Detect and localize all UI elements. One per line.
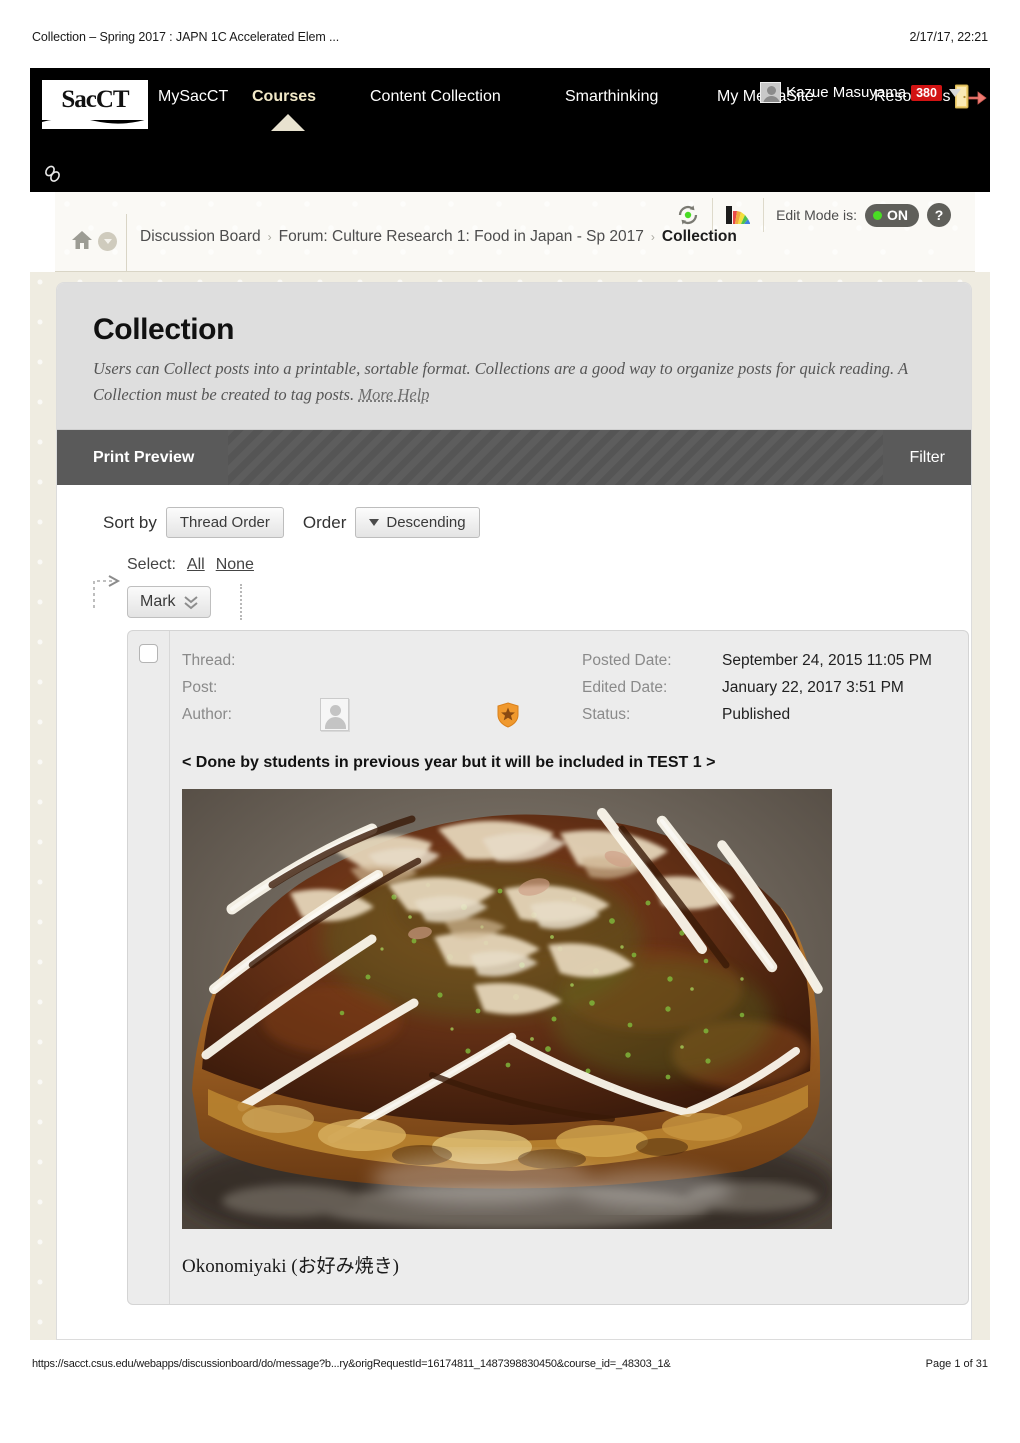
print-header: Collection – Spring 2017 : JAPN 1C Accel… [0, 30, 1020, 44]
image-caption: Okonomiyaki (お好み焼き) [182, 1256, 399, 1278]
logo-wave-decoration [42, 115, 148, 129]
post-select-checkbox[interactable] [139, 644, 158, 664]
page-description: Users can Collect posts into a printable… [93, 356, 933, 407]
content-card: Collection Users can Collect posts into … [56, 282, 972, 1340]
select-row: Select: All None [127, 556, 971, 574]
collection-controls: Sort by Thread Order Order Descending Se… [57, 485, 971, 1306]
breadcrumb-item-discussion-board[interactable]: Discussion Board [140, 228, 261, 246]
sort-by-value: Thread Order [179, 514, 270, 532]
post-metadata: Thread: Post: Author: Posted Date: Septe… [128, 631, 968, 742]
toolbar-divider [240, 584, 242, 621]
sort-by-label: Sort by [103, 512, 157, 532]
print-footer: https://sacct.csus.edu/webapps/discussio… [0, 1358, 1020, 1370]
post-metadata-right: Posted Date: September 24, 2015 11:05 PM… [582, 647, 968, 728]
action-bar: Print Preview Filter [57, 429, 971, 486]
page-title: Collection [93, 313, 235, 346]
post-edited-date-row: Edited Date: January 22, 2017 3:51 PM [582, 674, 968, 701]
page-background: Collection Users can Collect posts into … [30, 272, 990, 1340]
edited-date-label: Edited Date: [582, 678, 668, 696]
chevron-down-icon[interactable] [98, 232, 117, 251]
home-icon[interactable] [71, 230, 93, 250]
post-headline: < Done by students in previous year but … [182, 754, 716, 772]
caret-down-icon [948, 88, 961, 97]
status-label: Status: [582, 705, 631, 723]
okonomiyaki-photo [182, 789, 832, 1230]
logo-text: SacCT [61, 86, 129, 113]
print-preview-button[interactable]: Print Preview [57, 430, 229, 486]
sacct-logo[interactable]: SacCT [42, 80, 148, 120]
post-post-row: Post: [182, 674, 582, 701]
breadcrumb-item-current: Collection [661, 228, 737, 245]
mark-row: Mark [93, 575, 971, 621]
author-label: Author: [182, 705, 232, 723]
page-description-text: Users can Collect posts into a printable… [93, 359, 908, 404]
more-help-link[interactable]: More Help [358, 385, 429, 404]
post-author-row: Author: [182, 698, 582, 732]
nav-item-smarthinking[interactable]: Smarthinking [565, 88, 658, 106]
sort-controls: Sort by Thread Order Order Descending [103, 507, 971, 539]
post-status-row: Status: Published [582, 701, 968, 728]
posted-date-label: Posted Date: [582, 651, 672, 669]
chain-link-icon [42, 163, 64, 185]
print-header-title: Collection – Spring 2017 : JAPN 1C Accel… [32, 30, 340, 44]
breadcrumb-separator: › [650, 230, 655, 244]
mark-button[interactable]: Mark [127, 586, 211, 619]
breadcrumb: Discussion Board › Forum: Culture Resear… [140, 228, 737, 246]
print-header-timestamp: 2/17/17, 22:21 [909, 30, 988, 44]
status-badge: Published [722, 705, 791, 723]
post-label: Post: [182, 678, 218, 696]
breadcrumb-bar: Edit Mode is: ON ? Discussion Board › Fo… [55, 192, 975, 272]
sort-by-select[interactable]: Thread Order [165, 507, 284, 539]
user-avatar-icon [760, 82, 781, 103]
double-chevron-down-icon [183, 595, 198, 610]
post-posted-date-row: Posted Date: September 24, 2015 11:05 PM [582, 647, 968, 674]
select-none-link[interactable]: None [216, 556, 254, 574]
breadcrumb-item-forum[interactable]: Forum: Culture Research 1: Food in Japan… [279, 228, 644, 246]
post-thread-row: Thread: [182, 647, 582, 674]
order-value: Descending [386, 514, 466, 532]
notification-count-badge[interactable]: 380 [911, 84, 942, 101]
edited-date-value: January 22, 2017 3:51 PM [722, 678, 904, 696]
footer-url: https://sacct.csus.edu/webapps/discussio… [32, 1358, 671, 1370]
post-metadata-left: Thread: Post: Author: [182, 647, 582, 732]
select-all-link[interactable]: All [187, 556, 205, 574]
thread-label: Thread: [182, 651, 236, 669]
shield-star-badge-icon [496, 702, 520, 728]
breadcrumb-divider [126, 214, 127, 272]
nav-item-mysacct[interactable]: MySacCT [158, 88, 228, 106]
user-name-label: Kazue Masuyama [786, 84, 907, 101]
nav-item-courses[interactable]: Courses [252, 88, 316, 106]
breadcrumb-separator: › [267, 230, 272, 244]
order-select[interactable]: Descending [355, 507, 480, 539]
top-navigation-bar: SacCT MySacCT Courses Content Collection… [30, 68, 990, 192]
nav-active-caret-icon [271, 114, 305, 131]
post-panel: Thread: Post: Author: Posted Date: Septe… [122, 625, 969, 1306]
breadcrumb-row: Discussion Board › Forum: Culture Resear… [55, 214, 975, 272]
nav-item-content-collection[interactable]: Content Collection [370, 88, 501, 106]
footer-page-number: Page 1 of 31 [925, 1358, 988, 1370]
filter-button[interactable]: Filter [883, 430, 971, 486]
posted-date-value: September 24, 2015 11:05 PM [722, 651, 932, 669]
post-body: < Done by students in previous year but … [128, 742, 968, 1304]
user-avatar-icon [320, 698, 349, 732]
caret-down-icon [369, 519, 380, 527]
dashed-arrow-right-icon [92, 575, 125, 609]
user-menu[interactable]: Kazue Masuyama 380 [760, 82, 961, 103]
post-select-column [128, 631, 170, 1305]
mark-button-label: Mark [140, 593, 176, 611]
order-label: Order [302, 512, 347, 532]
select-label: Select: [127, 556, 176, 574]
page-header: Collection Users can Collect posts into … [57, 283, 971, 430]
